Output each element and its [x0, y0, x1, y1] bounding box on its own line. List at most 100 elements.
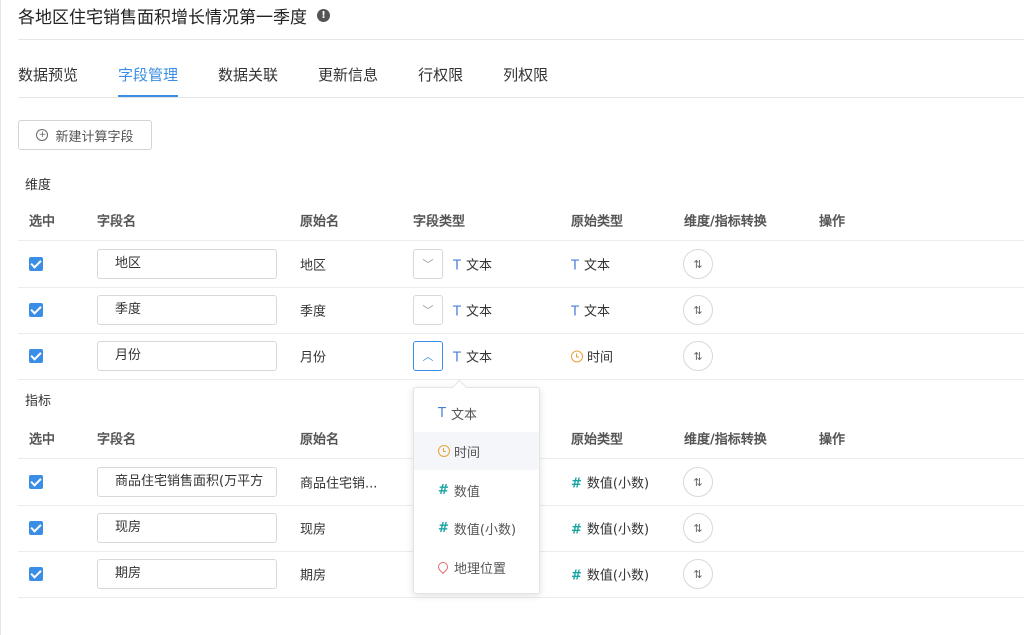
tab-divider [18, 97, 1024, 98]
row-checkbox[interactable] [29, 349, 43, 363]
tab-data-preview[interactable]: 数据预览 [18, 64, 78, 96]
dimensions-table-header: 选中 字段名 原始名 字段类型 原始类型 维度/指标转换 操作 [18, 200, 1024, 241]
dropdown-option-number[interactable]: # 数值 [414, 471, 539, 509]
row-checkbox[interactable] [29, 475, 43, 489]
clock-icon [438, 445, 450, 457]
swap-arrows-icon: ⇅ [693, 349, 703, 363]
option-label: 文本 [450, 407, 477, 423]
row-checkbox[interactable] [29, 521, 43, 535]
field-type-select[interactable]: ﹀ [413, 249, 443, 279]
swap-arrows-icon: ⇅ [693, 257, 703, 271]
text-icon: T [453, 350, 461, 366]
convert-button[interactable]: ⇅ [683, 341, 713, 371]
hash-icon: # [571, 476, 582, 492]
original-name: 地区 [300, 258, 327, 274]
original-name: 现房 [300, 522, 327, 538]
option-label: 数值 [453, 484, 480, 500]
field-name-input[interactable]: 地区 [97, 249, 277, 279]
col-original-name: 原始名 [300, 214, 340, 230]
tab-row-permission[interactable]: 行权限 [418, 64, 463, 96]
field-name-input[interactable]: 月份 [97, 341, 277, 371]
tab-update-info[interactable]: 更新信息 [318, 64, 378, 96]
convert-button[interactable]: ⇅ [683, 249, 713, 279]
chevron-up-icon: ︿ [422, 350, 434, 363]
title-divider [18, 39, 1024, 40]
field-type-label: 文本 [465, 304, 492, 320]
original-type-value: # 数值(小数) [571, 473, 649, 492]
field-type-dropdown: T 文本 时间 # 数值 # 数值(小数) 地理位置 [413, 387, 540, 594]
left-border [0, 0, 1, 635]
col-original-type: 原始类型 [571, 432, 624, 448]
field-type-label: 文本 [465, 258, 492, 274]
swap-arrows-icon: ⇅ [693, 521, 703, 535]
col-select: 选中 [29, 432, 56, 448]
field-type-label: 文本 [465, 350, 492, 366]
row-checkbox[interactable] [29, 567, 43, 581]
plus-circle-icon: + [36, 129, 49, 141]
field-name-input[interactable]: 季度 [97, 295, 277, 325]
tab-column-permission[interactable]: 列权限 [503, 64, 548, 96]
swap-arrows-icon: ⇅ [693, 303, 703, 317]
original-type-value: 时间 [571, 347, 613, 366]
col-original-name: 原始名 [300, 432, 340, 448]
dropdown-option-geo[interactable]: 地理位置 [414, 548, 539, 586]
row-checkbox[interactable] [29, 257, 43, 271]
text-icon: T [453, 304, 461, 320]
location-pin-icon [435, 559, 451, 575]
text-icon: T [571, 258, 579, 274]
col-field-name: 字段名 [97, 432, 137, 448]
original-type-label: 文本 [583, 304, 610, 320]
field-type-value: T 文本 [453, 301, 492, 320]
hash-icon: # [438, 520, 449, 536]
option-label: 时间 [454, 445, 481, 461]
field-name-input[interactable]: 商品住宅销售面积(万平方 [97, 467, 277, 497]
col-field-type: 字段类型 [413, 214, 466, 230]
col-convert: 维度/指标转换 [684, 214, 767, 230]
info-icon[interactable]: ! [317, 9, 330, 22]
swap-arrows-icon: ⇅ [693, 475, 703, 489]
dropdown-option-text[interactable]: T 文本 [414, 394, 539, 432]
field-name-input[interactable]: 期房 [97, 559, 277, 589]
col-original-type: 原始类型 [571, 214, 624, 230]
col-convert: 维度/指标转换 [684, 432, 767, 448]
original-type-label: 时间 [587, 350, 614, 366]
field-type-select[interactable]: ︿ [413, 341, 443, 371]
row-checkbox[interactable] [29, 303, 43, 317]
table-row: 月份 月份 ︿ T 文本 时间 ⇅ [18, 333, 1024, 380]
convert-button[interactable]: ⇅ [683, 467, 713, 497]
original-name: 商品住宅销... [300, 476, 378, 492]
dropdown-option-time[interactable]: 时间 [414, 432, 539, 470]
clock-icon [571, 350, 583, 363]
original-type-label: 数值(小数) [586, 568, 650, 584]
convert-button[interactable]: ⇅ [683, 295, 713, 325]
text-icon: T [571, 304, 579, 320]
convert-button[interactable]: ⇅ [683, 513, 713, 543]
field-type-value: T 文本 [453, 347, 492, 366]
new-calculated-field-button[interactable]: + 新建计算字段 [18, 120, 152, 150]
dropdown-option-decimal[interactable]: # 数值(小数) [414, 509, 539, 547]
field-type-value: T 文本 [453, 255, 492, 274]
tab-data-relation[interactable]: 数据关联 [218, 64, 278, 96]
convert-button[interactable]: ⇅ [683, 559, 713, 589]
page-title-text: 各地区住宅销售面积增长情况第一季度 [18, 8, 307, 28]
page-title: 各地区住宅销售面积增长情况第一季度 ! [18, 3, 330, 28]
original-name: 月份 [300, 350, 327, 366]
tab-bar: 数据预览 字段管理 数据关联 更新信息 行权限 列权限 [18, 64, 588, 97]
col-select: 选中 [29, 214, 56, 230]
text-icon: T [438, 405, 446, 421]
metrics-section-label: 指标 [25, 394, 52, 409]
original-name: 季度 [300, 304, 327, 320]
field-type-select[interactable]: ﹀ [413, 295, 443, 325]
original-type-value: # 数值(小数) [571, 519, 649, 538]
option-label: 地理位置 [454, 561, 507, 577]
col-action: 操作 [819, 214, 846, 230]
col-action: 操作 [819, 432, 846, 448]
field-name-input[interactable]: 现房 [97, 513, 277, 543]
original-type-label: 数值(小数) [586, 476, 650, 492]
original-type-label: 数值(小数) [586, 522, 650, 538]
chevron-down-icon: ﹀ [422, 258, 434, 271]
hash-icon: # [438, 482, 449, 498]
new-calculated-field-label: 新建计算字段 [55, 129, 134, 145]
tab-field-management[interactable]: 字段管理 [118, 64, 179, 97]
option-label: 数值(小数) [453, 522, 517, 538]
